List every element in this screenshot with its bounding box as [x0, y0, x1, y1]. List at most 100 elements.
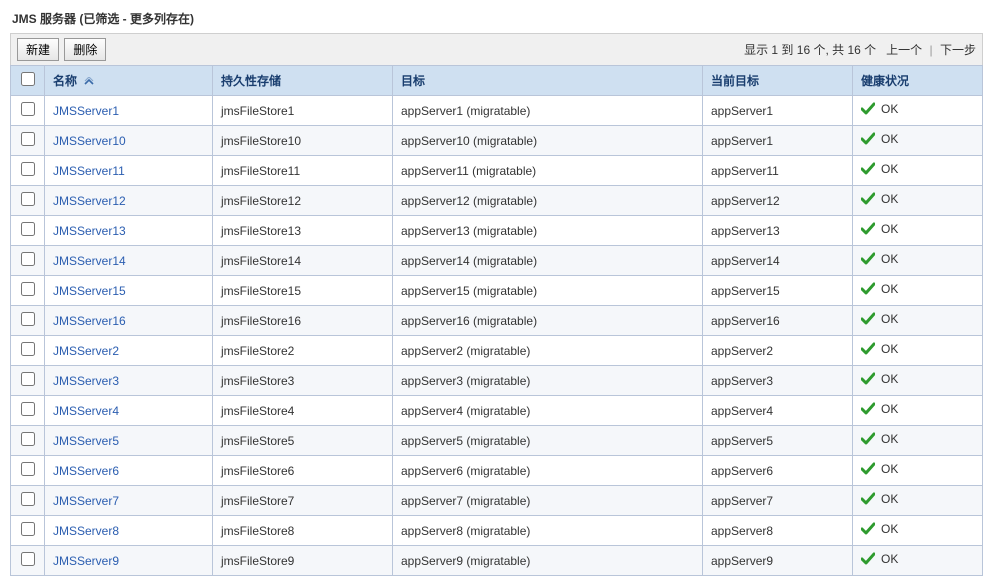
select-all-checkbox[interactable]	[21, 72, 35, 86]
col-header-store[interactable]: 持久性存储	[213, 66, 393, 96]
cell-target: appServer4 (migratable)	[393, 396, 703, 426]
server-name-link[interactable]: JMSServer8	[53, 524, 119, 538]
cell-store: jmsFileStore13	[213, 216, 393, 246]
server-name-link[interactable]: JMSServer16	[53, 314, 126, 328]
server-name-link[interactable]: JMSServer5	[53, 434, 119, 448]
health-label: OK	[881, 462, 898, 476]
cell-target: appServer15 (migratable)	[393, 276, 703, 306]
cell-health: OK	[853, 216, 983, 246]
row-select-checkbox[interactable]	[21, 162, 35, 176]
cell-health: OK	[853, 276, 983, 306]
health-ok-icon	[861, 102, 875, 116]
health-indicator: OK	[861, 552, 898, 566]
cell-store: jmsFileStore1	[213, 96, 393, 126]
pager-prev[interactable]: 上一个	[886, 43, 922, 57]
row-select-checkbox[interactable]	[21, 492, 35, 506]
health-label: OK	[881, 282, 898, 296]
row-select-checkbox[interactable]	[21, 102, 35, 116]
server-name-link[interactable]: JMSServer1	[53, 104, 119, 118]
col-header-name[interactable]: 名称	[45, 66, 213, 96]
health-ok-icon	[861, 132, 875, 146]
cell-health: OK	[853, 396, 983, 426]
cell-health: OK	[853, 366, 983, 396]
table-row: JMSServer12 jmsFileStore12 appServer12 (…	[11, 186, 983, 216]
health-ok-icon	[861, 312, 875, 326]
row-select-checkbox[interactable]	[21, 222, 35, 236]
health-ok-icon	[861, 402, 875, 416]
row-select-cell	[11, 306, 45, 336]
cell-current-target: appServer4	[703, 396, 853, 426]
server-name-link[interactable]: JMSServer6	[53, 464, 119, 478]
health-label: OK	[881, 192, 898, 206]
server-name-link[interactable]: JMSServer11	[53, 164, 125, 178]
health-indicator: OK	[861, 192, 898, 206]
pager-range: 显示 1 到 16 个, 共 16 个	[744, 43, 876, 57]
server-name-link[interactable]: JMSServer14	[53, 254, 126, 268]
new-button[interactable]: 新建	[17, 38, 59, 61]
server-name-link[interactable]: JMSServer3	[53, 374, 119, 388]
health-indicator: OK	[861, 312, 898, 326]
row-select-checkbox[interactable]	[21, 252, 35, 266]
cell-store: jmsFileStore9	[213, 546, 393, 576]
cell-health: OK	[853, 96, 983, 126]
server-name-link[interactable]: JMSServer12	[53, 194, 126, 208]
cell-target: appServer8 (migratable)	[393, 516, 703, 546]
pager: 显示 1 到 16 个, 共 16 个 上一个 | 下一步	[744, 41, 976, 58]
health-indicator: OK	[861, 132, 898, 146]
cell-health: OK	[853, 246, 983, 276]
cell-name: JMSServer6	[45, 456, 213, 486]
health-ok-icon	[861, 342, 875, 356]
server-name-link[interactable]: JMSServer4	[53, 404, 119, 418]
delete-button[interactable]: 删除	[64, 38, 106, 61]
health-ok-icon	[861, 222, 875, 236]
server-name-link[interactable]: JMSServer15	[53, 284, 126, 298]
cell-health: OK	[853, 426, 983, 456]
col-header-health[interactable]: 健康状况	[853, 66, 983, 96]
row-select-cell	[11, 96, 45, 126]
server-name-link[interactable]: JMSServer9	[53, 554, 119, 568]
server-name-link[interactable]: JMSServer7	[53, 494, 119, 508]
cell-current-target: appServer13	[703, 216, 853, 246]
health-label: OK	[881, 432, 898, 446]
row-select-checkbox[interactable]	[21, 462, 35, 476]
col-header-current-target-label: 当前目标	[711, 74, 759, 88]
cell-store: jmsFileStore10	[213, 126, 393, 156]
cell-name: JMSServer4	[45, 396, 213, 426]
table-toolbar: 新建 删除 显示 1 到 16 个, 共 16 个 上一个 | 下一步	[10, 33, 983, 65]
server-name-link[interactable]: JMSServer2	[53, 344, 119, 358]
row-select-checkbox[interactable]	[21, 432, 35, 446]
col-header-target[interactable]: 目标	[393, 66, 703, 96]
server-name-link[interactable]: JMSServer10	[53, 134, 126, 148]
row-select-checkbox[interactable]	[21, 282, 35, 296]
row-select-checkbox[interactable]	[21, 402, 35, 416]
col-header-current-target[interactable]: 当前目标	[703, 66, 853, 96]
col-header-health-label: 健康状况	[861, 74, 909, 88]
cell-health: OK	[853, 336, 983, 366]
row-select-checkbox[interactable]	[21, 522, 35, 536]
row-select-checkbox[interactable]	[21, 312, 35, 326]
cell-current-target: appServer1	[703, 126, 853, 156]
row-select-cell	[11, 546, 45, 576]
health-label: OK	[881, 102, 898, 116]
row-select-checkbox[interactable]	[21, 552, 35, 566]
cell-name: JMSServer11	[45, 156, 213, 186]
health-label: OK	[881, 372, 898, 386]
cell-current-target: appServer12	[703, 186, 853, 216]
row-select-checkbox[interactable]	[21, 342, 35, 356]
table-row: JMSServer14 jmsFileStore14 appServer14 (…	[11, 246, 983, 276]
health-ok-icon	[861, 252, 875, 266]
cell-target: appServer3 (migratable)	[393, 366, 703, 396]
cell-name: JMSServer12	[45, 186, 213, 216]
row-select-checkbox[interactable]	[21, 372, 35, 386]
health-label: OK	[881, 132, 898, 146]
pager-next[interactable]: 下一步	[940, 43, 976, 57]
table-row: JMSServer13 jmsFileStore13 appServer13 (…	[11, 216, 983, 246]
row-select-checkbox[interactable]	[21, 132, 35, 146]
cell-target: appServer11 (migratable)	[393, 156, 703, 186]
row-select-checkbox[interactable]	[21, 192, 35, 206]
row-select-cell	[11, 516, 45, 546]
health-label: OK	[881, 312, 898, 326]
server-name-link[interactable]: JMSServer13	[53, 224, 126, 238]
cell-name: JMSServer1	[45, 96, 213, 126]
table-row: JMSServer5 jmsFileStore5 appServer5 (mig…	[11, 426, 983, 456]
